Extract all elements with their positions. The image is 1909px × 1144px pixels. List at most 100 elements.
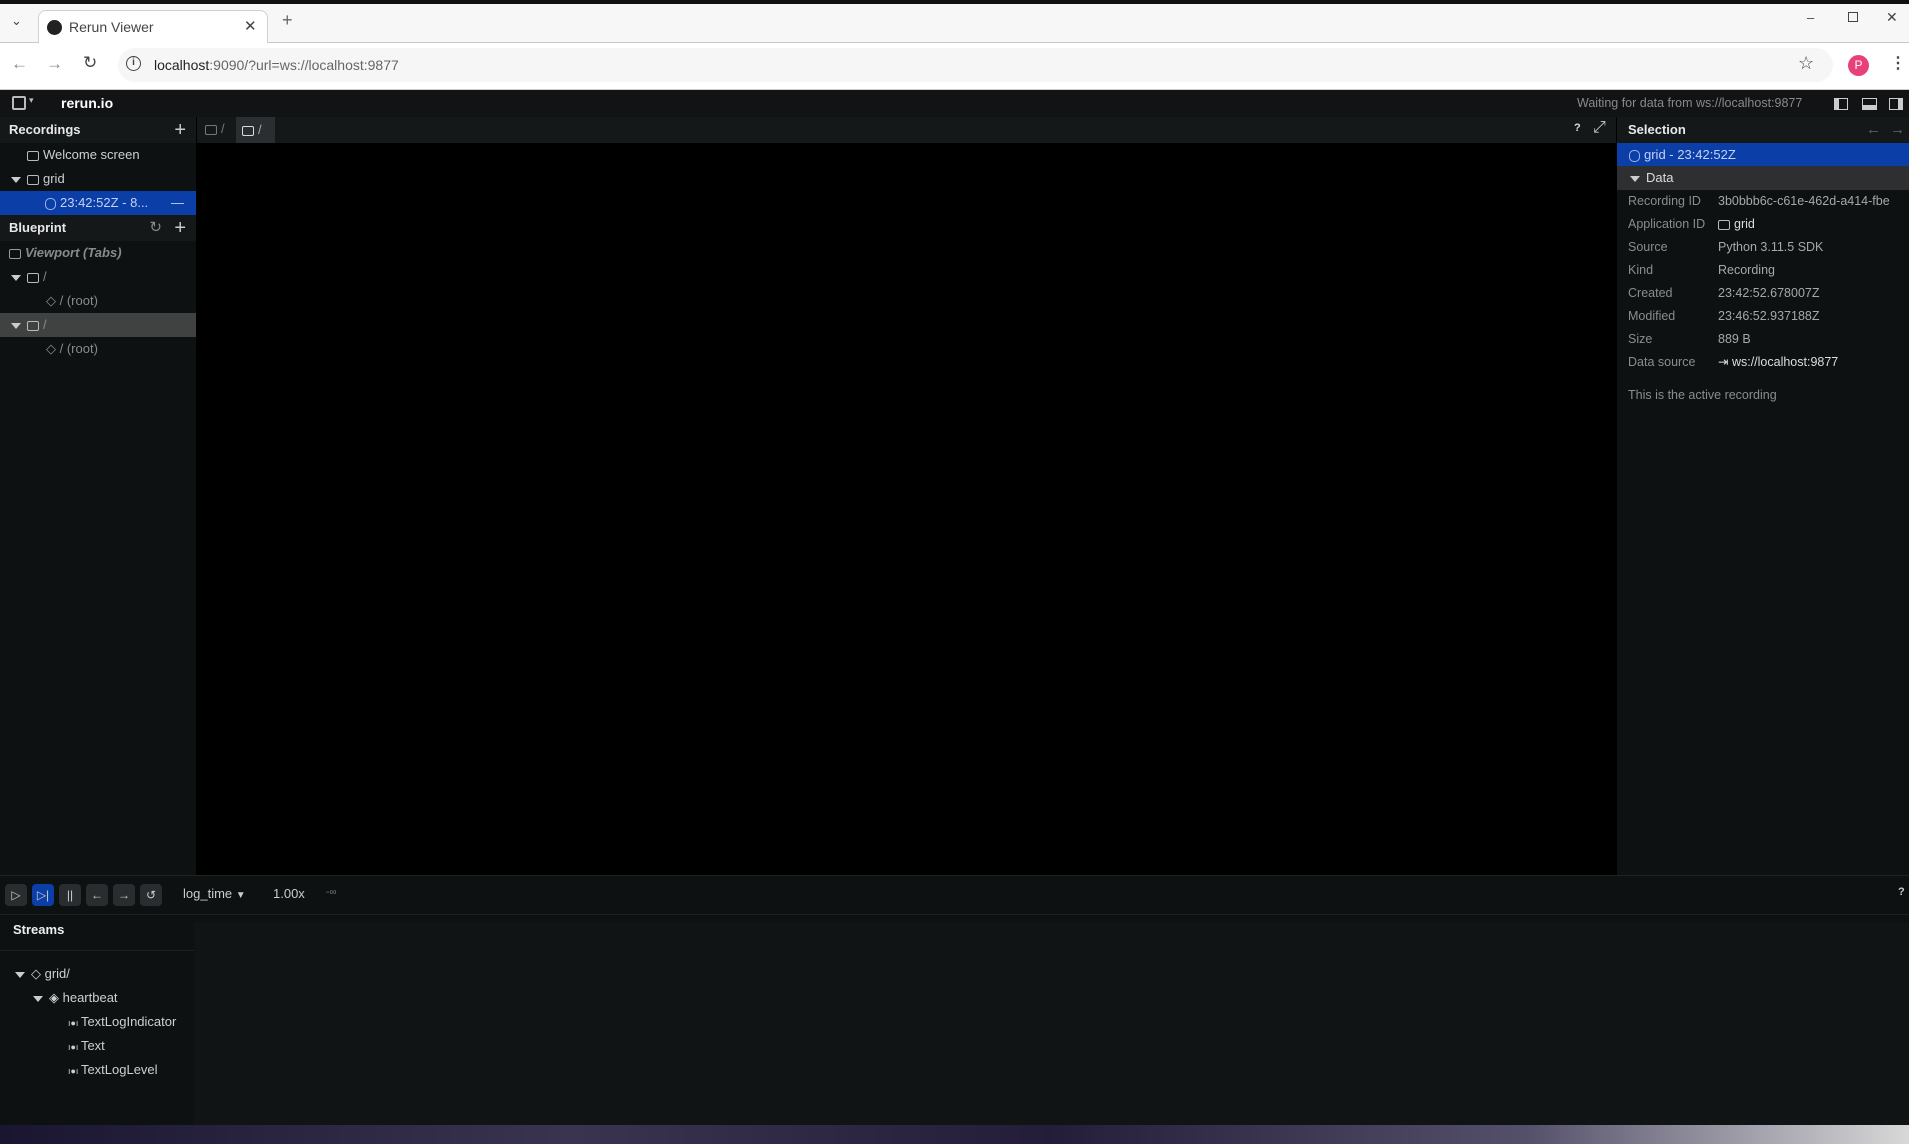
toggle-bottom-panel-icon[interactable]: [1862, 98, 1877, 110]
field-label: Kind: [1628, 263, 1654, 277]
current-time[interactable]: -∞: [326, 887, 336, 898]
recording-item-selected[interactable]: 23:42:52Z - 8... —: [0, 191, 196, 215]
add-view-icon[interactable]: +: [174, 215, 186, 241]
bookmark-star-icon[interactable]: ☆: [1798, 53, 1814, 74]
close-recording-icon[interactable]: —: [171, 191, 184, 215]
playback-speed[interactable]: 1.00x: [273, 886, 305, 901]
address-bar-row: ← → ↻ i localhost:9090/?url=ws://localho…: [0, 43, 1909, 90]
dropdown-icon: ▼: [235, 890, 246, 901]
url-path: :9090/?url=ws://localhost:9877: [209, 57, 399, 73]
recording-label: grid: [43, 171, 65, 186]
blueprint-view-2d[interactable]: /: [0, 265, 196, 289]
recording-item-welcome[interactable]: Welcome screen: [0, 143, 196, 167]
toggle-right-panel-icon[interactable]: [1889, 98, 1903, 110]
view-canvas[interactable]: [197, 143, 1616, 875]
new-tab-icon[interactable]: +: [282, 10, 293, 31]
site-info-icon[interactable]: i: [126, 56, 141, 71]
play-button[interactable]: ▷: [5, 884, 27, 906]
selected-item[interactable]: grid - 23:42:52Z: [1617, 143, 1909, 166]
view-help-icon[interactable]: ?: [1574, 122, 1581, 134]
add-recording-icon[interactable]: +: [174, 117, 186, 143]
selection-forward-icon[interactable]: →: [1890, 117, 1905, 143]
reload-icon[interactable]: ↻: [83, 53, 97, 73]
entity-icon: ◈: [49, 990, 63, 1005]
toggle-left-panel-icon[interactable]: [1834, 98, 1848, 110]
field-label: Modified: [1628, 309, 1676, 323]
close-window-icon[interactable]: ✕: [1886, 9, 1898, 26]
minimize-icon[interactable]: –: [1807, 10, 1814, 25]
timeline-help-icon[interactable]: ?: [1898, 886, 1905, 898]
loop-button[interactable]: ↺: [140, 884, 162, 906]
stream-label: grid/: [44, 966, 70, 981]
stream-label: heartbeat: [62, 990, 118, 1005]
step-back-button[interactable]: ←: [86, 884, 108, 906]
divider: [0, 914, 1909, 915]
profile-avatar[interactable]: P: [1848, 55, 1869, 76]
rerun-favicon-icon: [47, 20, 62, 35]
streams-tree: ◇ grid/ ◈ heartbeat ı●ı TextLogIndicator…: [0, 962, 194, 1082]
browser-menu-icon[interactable]: ⋮: [1890, 53, 1906, 73]
selection-back-icon[interactable]: ←: [1866, 117, 1881, 143]
component-icon: ı●ı: [68, 1066, 81, 1076]
blueprint-view-textlog[interactable]: /: [0, 313, 196, 337]
recording-item-grid[interactable]: grid: [0, 167, 196, 191]
rerun-menu-icon[interactable]: [12, 96, 26, 110]
spatial-2d-icon: [27, 272, 39, 283]
timeline-area[interactable]: [194, 922, 1909, 1126]
tab-list-chevron-icon[interactable]: ⌄: [11, 13, 22, 29]
maximize-icon[interactable]: [1848, 12, 1858, 22]
selection-header: Selection ← →: [1617, 117, 1909, 143]
collapse-triangle-icon[interactable]: [11, 274, 21, 281]
field-recording-id: Recording ID 3b0bbb6c-c61e-462d-a414-fbe: [1617, 190, 1909, 213]
stream-item-component[interactable]: ı●ı TextLogIndicator: [0, 1010, 194, 1034]
selected-label: grid - 23:42:52Z: [1644, 147, 1736, 162]
close-tab-icon[interactable]: ✕: [244, 17, 257, 35]
forward-icon[interactable]: →: [46, 54, 63, 74]
menu-chevron-icon[interactable]: ▾: [29, 95, 34, 106]
stream-label: TextLogIndicator: [80, 1014, 177, 1029]
viewport-item[interactable]: Viewport (Tabs): [0, 241, 196, 265]
field-value-wrap[interactable]: grid: [1718, 213, 1755, 236]
stream-item-component[interactable]: ı●ı TextLogLevel: [0, 1058, 194, 1082]
database-icon: [45, 197, 56, 210]
selection-title: Selection: [1628, 122, 1686, 137]
data-section-header[interactable]: Data: [1617, 166, 1909, 190]
step-forward-button[interactable]: →: [113, 884, 135, 906]
view-tab-active[interactable]: /: [236, 117, 275, 143]
collapse-triangle-icon[interactable]: [11, 322, 21, 329]
collapse-triangle-icon[interactable]: [33, 995, 43, 1002]
back-icon[interactable]: ←: [11, 54, 28, 74]
desktop-background-strip: [0, 1125, 1909, 1144]
field-kind: Kind Recording: [1617, 259, 1909, 282]
field-label: Data source: [1628, 355, 1696, 369]
field-value: ws://localhost:9877: [1731, 355, 1839, 369]
timeline-selector[interactable]: log_time ▼: [183, 886, 246, 901]
view-icon: [27, 320, 39, 331]
view-tab-2d[interactable]: /: [205, 121, 225, 136]
field-value: Python 3.11.5 SDK: [1718, 240, 1824, 254]
stream-item-grid[interactable]: ◇ grid/: [0, 962, 194, 986]
url-input[interactable]: i localhost:9090/?url=ws://localhost:987…: [118, 48, 1833, 82]
collapse-triangle-icon[interactable]: [15, 971, 25, 978]
brand-link[interactable]: rerun.io: [61, 95, 113, 111]
blueprint-entity-root[interactable]: ◇ / (root): [0, 289, 196, 313]
collapse-triangle-icon[interactable]: [11, 176, 21, 183]
collapse-triangle-icon[interactable]: [1630, 175, 1640, 182]
tab-label: /: [221, 121, 225, 136]
view-label: /: [43, 317, 47, 332]
pause-button[interactable]: ||: [59, 884, 81, 906]
recording-label: Welcome screen: [43, 147, 140, 162]
stream-item-component[interactable]: ı●ı Text: [0, 1034, 194, 1058]
url-host: localhost: [154, 57, 210, 73]
tab-title: Rerun Viewer: [69, 19, 154, 35]
field-label: Application ID: [1628, 217, 1706, 231]
field-source: Source Python 3.11.5 SDK: [1617, 236, 1909, 259]
field-value: 3b0bbb6c-c61e-462d-a414-fbe: [1718, 194, 1890, 208]
follow-button[interactable]: ▷|: [32, 884, 54, 906]
reset-blueprint-icon[interactable]: ↻: [149, 215, 162, 241]
stream-item-heartbeat[interactable]: ◈ heartbeat: [0, 986, 194, 1010]
blueprint-entity-root[interactable]: ◇ / (root): [0, 337, 196, 361]
maximize-view-icon[interactable]: ⤢: [1593, 119, 1606, 137]
database-icon: [1629, 149, 1640, 162]
browser-tab[interactable]: Rerun Viewer ✕: [38, 10, 268, 44]
